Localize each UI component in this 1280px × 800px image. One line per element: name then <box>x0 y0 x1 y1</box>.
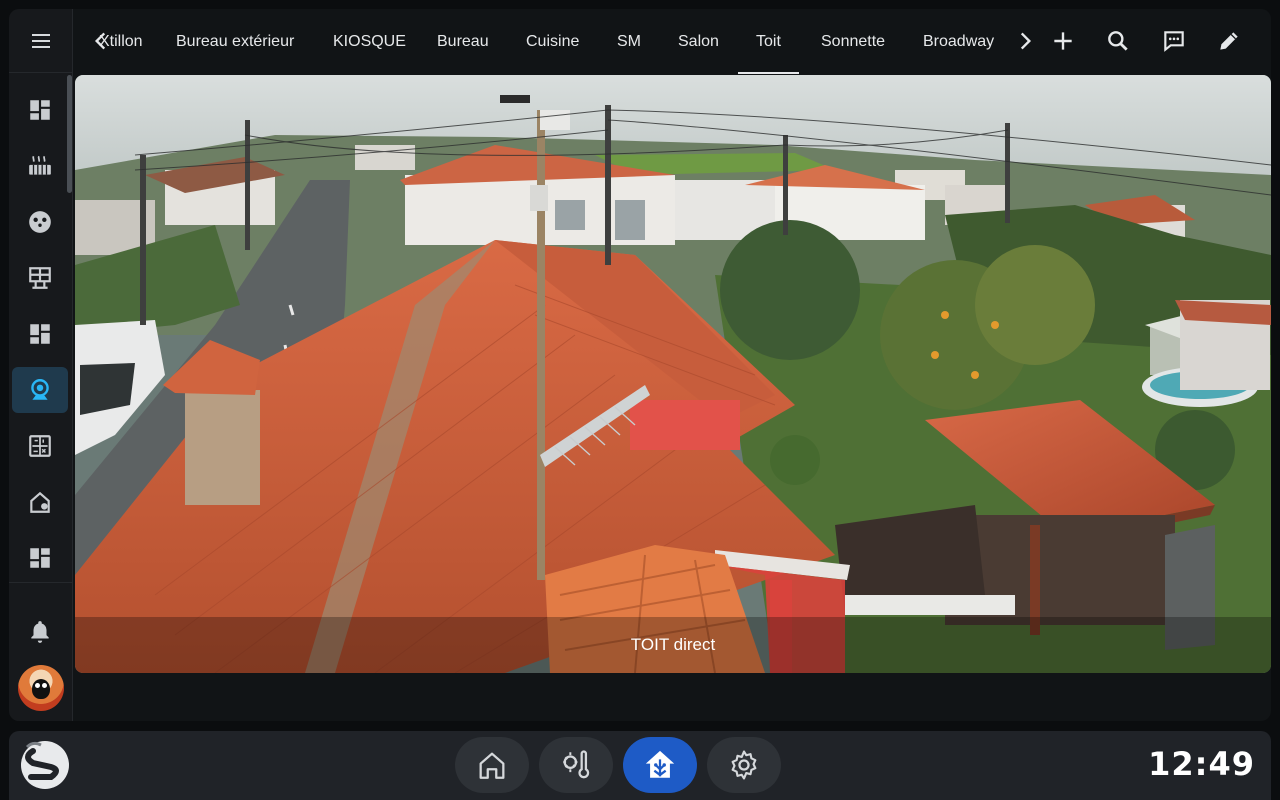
tab-label: Bureau extérieur <box>176 32 295 50</box>
notifications-button[interactable] <box>12 609 68 655</box>
camera-image <box>75 75 1271 673</box>
home-assistant-icon <box>645 750 675 778</box>
camera-caption-text: TOIT direct <box>630 635 716 654</box>
robot-icon <box>29 211 51 233</box>
sidebar-item-dashboard-3[interactable] <box>12 535 68 581</box>
sidebar-item-dashboard-1[interactable] <box>12 87 68 133</box>
meter-icon <box>29 435 51 457</box>
sidebar-scrollbar[interactable] <box>67 75 72 193</box>
tab-label: Xtillon <box>99 32 143 50</box>
dashboard-icon <box>30 100 50 120</box>
sidebar-item-robot[interactable] <box>12 199 68 245</box>
search-icon <box>1108 31 1128 51</box>
floorplan-icon <box>29 267 51 289</box>
sidebar-item-radiator[interactable] <box>12 143 68 189</box>
chevron-right-icon <box>1020 32 1032 50</box>
avatar-face <box>32 679 50 699</box>
tab-salon[interactable]: Salon <box>678 9 719 74</box>
tab-cuisine[interactable]: Cuisine <box>526 9 579 74</box>
assist-button[interactable] <box>1160 27 1188 55</box>
tab-kiosque[interactable]: KIOSQUE <box>333 9 406 74</box>
sidebar-item-dashboard-2[interactable] <box>12 311 68 357</box>
sidebar-item-meter[interactable] <box>12 423 68 469</box>
dock-home-assistant-button[interactable] <box>623 737 697 793</box>
webcam-icon <box>31 379 49 400</box>
avatar-eye <box>42 683 47 688</box>
tab-bureau[interactable]: Bureau <box>437 9 489 74</box>
menu-button[interactable] <box>9 9 73 73</box>
thermometer-gear-icon <box>563 750 590 779</box>
tab-label: Broadway <box>923 32 995 50</box>
dashboard-icon <box>30 548 50 568</box>
home-outline-icon <box>30 491 50 513</box>
avatar[interactable] <box>18 665 64 711</box>
tab-label: Toit <box>756 32 781 50</box>
tab-broadway[interactable]: Broadway <box>923 9 994 74</box>
dashboard-icon <box>30 324 50 344</box>
tab-sonnette[interactable]: Sonnette <box>821 9 885 74</box>
plus-icon <box>1054 32 1072 50</box>
home-icon <box>479 752 505 779</box>
add-view-button[interactable] <box>1049 27 1077 55</box>
tab-label: Salon <box>678 32 719 50</box>
avatar-eye <box>35 683 40 688</box>
sidebar-divider <box>9 582 73 583</box>
settings-icon <box>731 750 757 780</box>
tab-toit[interactable]: Toit <box>738 9 799 74</box>
sidebar-item-floorplan[interactable] <box>12 255 68 301</box>
bottom-dock: 12:49 <box>9 731 1271 800</box>
edit-dashboard-button[interactable] <box>1215 27 1243 55</box>
tab-bureau-exterieur[interactable]: Bureau extérieur <box>176 9 294 74</box>
sidebar-item-home-outline[interactable] <box>12 479 68 525</box>
radiator-icon <box>29 155 51 175</box>
search-button[interactable] <box>1104 27 1132 55</box>
app-window: Xtillon Bureau extérieur KIOSQUE Bureau … <box>9 9 1271 721</box>
hamburger-icon <box>32 33 50 48</box>
dock-home-button[interactable] <box>455 737 529 793</box>
tab-xtillon[interactable]: Xtillon <box>99 9 143 74</box>
tab-bar: Xtillon Bureau extérieur KIOSQUE Bureau … <box>73 9 1271 74</box>
assist-icon <box>1164 31 1184 52</box>
pencil-icon <box>1220 32 1238 50</box>
dock-climate-button[interactable] <box>539 737 613 793</box>
s-logo-icon[interactable] <box>17 737 73 793</box>
sidebar-item-webcam[interactable] <box>12 367 68 413</box>
tab-sm[interactable]: SM <box>617 9 641 74</box>
tab-label: Bureau <box>437 32 489 50</box>
tab-label: SM <box>617 32 641 50</box>
clock: 12:49 <box>1148 745 1255 783</box>
camera-feed[interactable]: TOIT direct <box>75 75 1271 673</box>
dock-settings-button[interactable] <box>707 737 781 793</box>
tab-label: Cuisine <box>526 32 580 50</box>
tab-label: KIOSQUE <box>333 32 406 50</box>
scroll-tabs-right-button[interactable] <box>1011 27 1039 55</box>
sidebar <box>9 9 73 721</box>
bell-icon <box>31 621 49 643</box>
tab-label: Sonnette <box>821 32 886 50</box>
camera-caption: TOIT direct <box>75 617 1271 673</box>
